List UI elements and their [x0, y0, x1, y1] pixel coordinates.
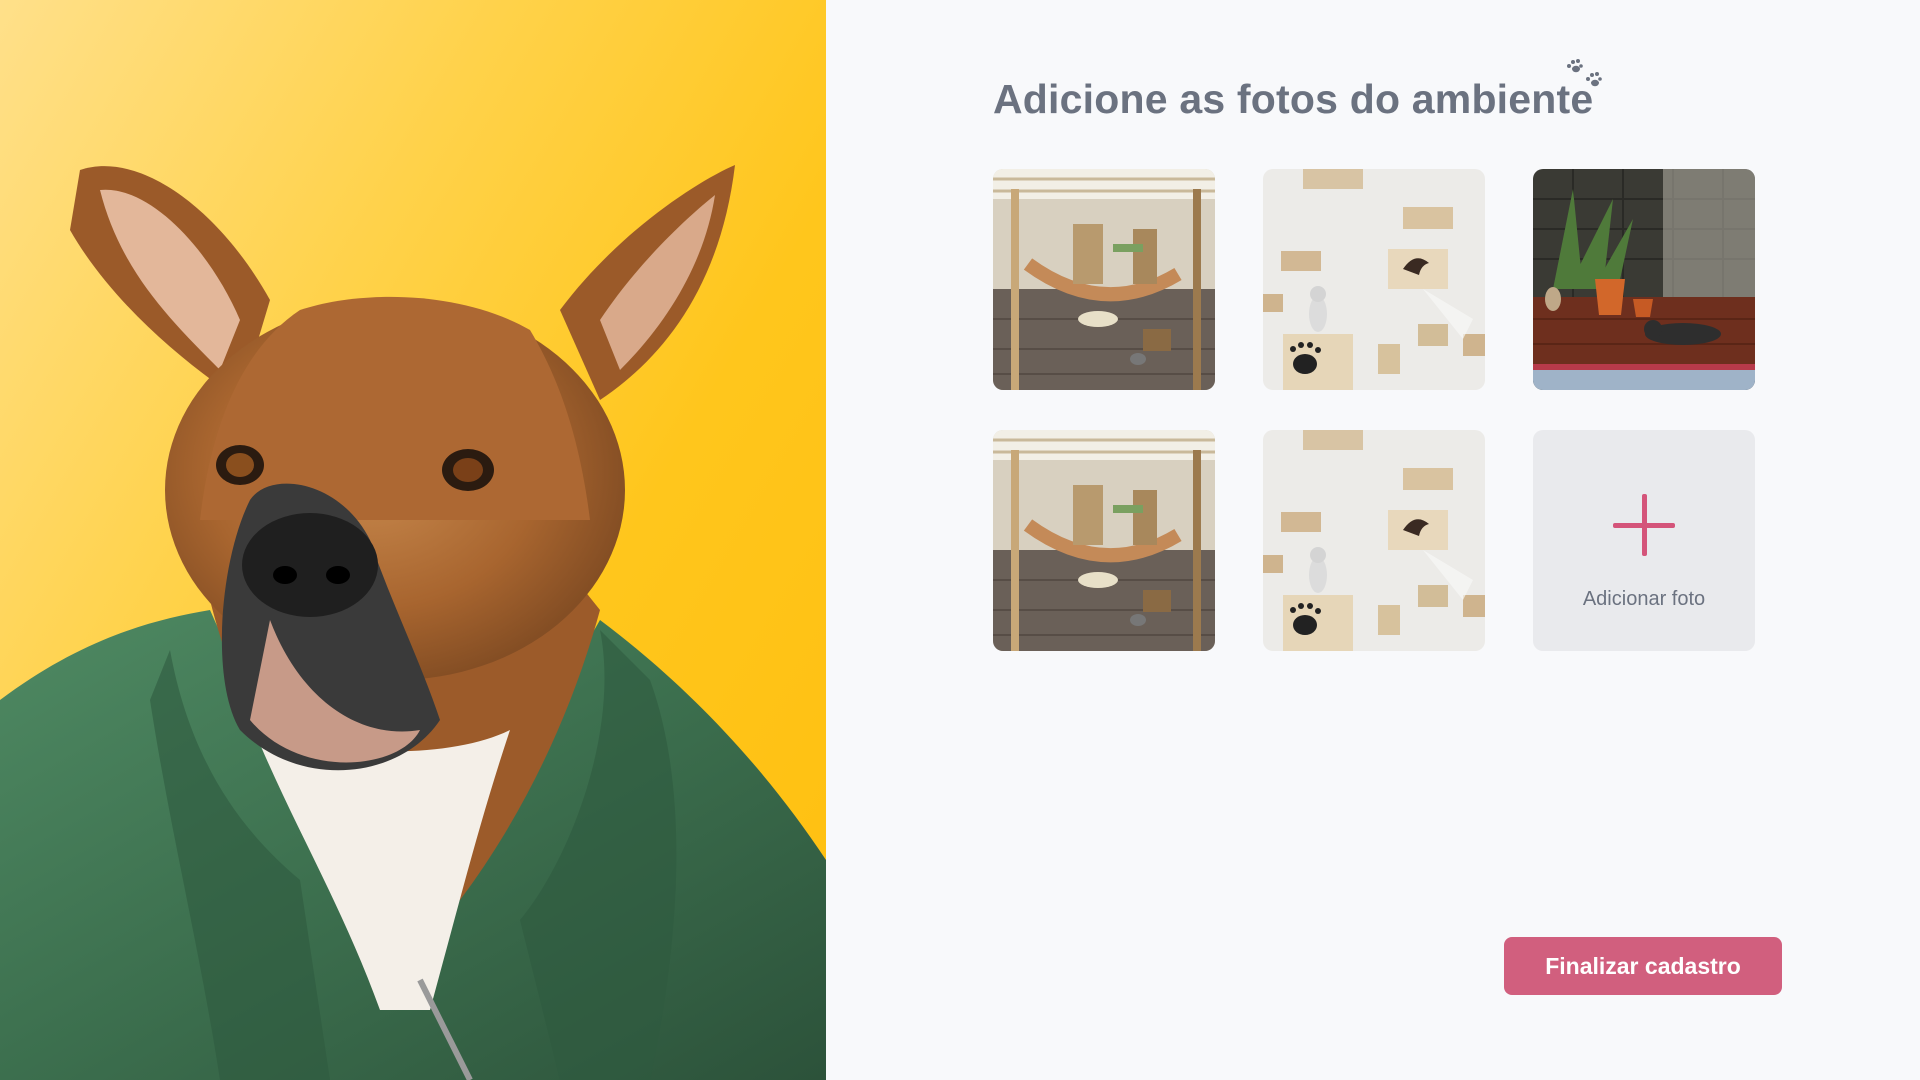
photo-tile-4[interactable]: [993, 430, 1215, 651]
add-photo-label: Adicionar foto: [1582, 588, 1706, 610]
photo-tile-1[interactable]: [993, 169, 1215, 390]
page-title: Adicione as fotos do ambiente: [993, 76, 1594, 122]
finish-registration-button[interactable]: Finalizar cadastro: [1504, 937, 1782, 995]
photo-tile-2[interactable]: [1263, 169, 1485, 390]
photo-cattery-bridge: [993, 169, 1215, 390]
paw-prints-icon: [1567, 59, 1602, 87]
photo-cats-plants: [1533, 169, 1755, 390]
content-panel: Adicione as fotos do ambiente Adicionar …: [826, 0, 1920, 1080]
photo-cattery-bridge: [993, 430, 1215, 651]
photo-tile-5[interactable]: [1263, 430, 1485, 651]
plus-icon: [1613, 494, 1675, 556]
photo-cat-shelves: [1263, 430, 1485, 651]
hero-image-panel: [0, 0, 826, 1080]
photo-cat-shelves: [1263, 169, 1485, 390]
add-photo-button[interactable]: Adicionar foto: [1533, 430, 1755, 651]
dog-illustration: [0, 165, 826, 1080]
photo-tile-3[interactable]: [1533, 169, 1755, 390]
